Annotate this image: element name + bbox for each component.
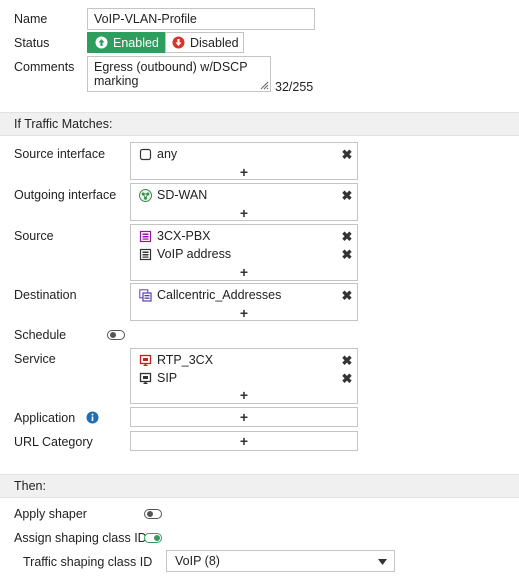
url-category-box[interactable]: + xyxy=(130,431,358,451)
then-header: Then: xyxy=(14,479,46,493)
service-icon xyxy=(139,354,152,366)
source-value-2: VoIP address xyxy=(157,247,232,261)
outgoing-interface-box[interactable]: SD-WAN ✖ + xyxy=(130,183,358,221)
service-entry-1: RTP_3CX xyxy=(139,353,349,369)
arrow-down-circle-icon xyxy=(172,36,185,49)
info-icon[interactable] xyxy=(86,411,99,424)
comments-label: Comments xyxy=(14,60,75,74)
source-entry-1: 3CX-PBX xyxy=(139,229,349,245)
comments-counter: 32/255 xyxy=(275,80,314,94)
status-disabled-button[interactable]: Disabled xyxy=(165,32,244,53)
service-entry-2: SIP xyxy=(139,371,349,387)
service-value-2: SIP xyxy=(157,371,178,385)
address-group-icon xyxy=(139,289,152,302)
outgoing-interface-entry: SD-WAN xyxy=(139,188,349,204)
source-interface-box[interactable]: any ✖ + xyxy=(130,142,358,180)
add-url-category-button[interactable]: + xyxy=(131,434,357,448)
status-label: Status xyxy=(14,36,50,50)
remove-service-2-icon[interactable]: ✖ xyxy=(341,372,353,385)
traffic-class-select[interactable]: VoIP (8) xyxy=(166,550,395,572)
source-interface-value: any xyxy=(157,147,178,161)
outgoing-interface-label: Outgoing interface xyxy=(14,188,117,202)
add-outgoing-interface-button[interactable]: + xyxy=(131,206,357,220)
destination-label: Destination xyxy=(14,288,77,302)
service-box[interactable]: RTP_3CX ✖ SIP ✖ + xyxy=(130,348,358,404)
schedule-label: Schedule xyxy=(14,328,67,342)
remove-source-interface-icon[interactable]: ✖ xyxy=(341,148,353,161)
source-value-1: 3CX-PBX xyxy=(157,229,211,243)
assign-class-toggle[interactable] xyxy=(144,533,162,543)
application-box[interactable]: + xyxy=(130,407,358,427)
destination-entry: Callcentric_Addresses xyxy=(139,288,349,304)
assign-class-label: Assign shaping class ID xyxy=(14,531,147,545)
if-traffic-header: If Traffic Matches: xyxy=(14,117,113,131)
source-box[interactable]: 3CX-PBX ✖ VoIP address ✖ + xyxy=(130,224,358,281)
schedule-toggle-knob xyxy=(109,332,116,338)
destination-box[interactable]: Callcentric_Addresses ✖ + xyxy=(130,283,358,321)
then-section-header: Then: xyxy=(0,474,519,498)
status-enabled-label: Enabled xyxy=(113,36,159,50)
add-application-button[interactable]: + xyxy=(131,410,357,424)
remove-source-2-icon[interactable]: ✖ xyxy=(341,248,353,261)
comments-textarea[interactable]: Egress (outbound) w/DSCP marking xyxy=(87,56,271,92)
address-icon xyxy=(139,230,152,243)
service-icon xyxy=(139,372,152,384)
arrow-up-circle-icon xyxy=(95,36,108,49)
service-value-1: RTP_3CX xyxy=(157,353,214,367)
sdwan-icon xyxy=(139,189,152,202)
source-label: Source xyxy=(14,229,54,243)
status-disabled-label: Disabled xyxy=(190,36,239,50)
source-entry-2: VoIP address xyxy=(139,247,349,263)
address-icon xyxy=(139,248,152,261)
traffic-class-value: VoIP (8) xyxy=(175,554,220,568)
remove-outgoing-interface-icon[interactable]: ✖ xyxy=(341,189,353,202)
add-source-button[interactable]: + xyxy=(131,265,357,279)
destination-value: Callcentric_Addresses xyxy=(157,288,282,302)
name-label: Name xyxy=(14,12,48,26)
add-source-interface-button[interactable]: + xyxy=(131,165,357,179)
source-interface-entry: any xyxy=(139,147,349,163)
apply-shaper-label: Apply shaper xyxy=(14,507,87,521)
interface-icon xyxy=(139,148,152,161)
outgoing-interface-value: SD-WAN xyxy=(157,188,208,202)
assign-class-toggle-knob xyxy=(153,535,160,541)
apply-shaper-toggle[interactable] xyxy=(144,509,162,519)
chevron-down-icon xyxy=(378,559,387,565)
url-category-label: URL Category xyxy=(14,435,93,449)
application-label: Application xyxy=(14,411,76,425)
add-service-button[interactable]: + xyxy=(131,388,357,402)
remove-source-1-icon[interactable]: ✖ xyxy=(341,230,353,243)
remove-destination-icon[interactable]: ✖ xyxy=(341,289,353,302)
traffic-class-label: Traffic shaping class ID xyxy=(23,555,153,569)
remove-service-1-icon[interactable]: ✖ xyxy=(341,354,353,367)
add-destination-button[interactable]: + xyxy=(131,306,357,320)
service-label: Service xyxy=(14,352,56,366)
apply-shaper-toggle-knob xyxy=(146,511,153,517)
schedule-toggle[interactable] xyxy=(107,330,125,340)
resize-grip-icon[interactable] xyxy=(260,81,269,90)
if-traffic-section-header: If Traffic Matches: xyxy=(0,112,519,136)
name-input[interactable]: VoIP-VLAN-Profile xyxy=(87,8,315,30)
comments-value: Egress (outbound) w/DSCP marking xyxy=(94,60,248,88)
source-interface-label: Source interface xyxy=(14,147,106,161)
status-enabled-button[interactable]: Enabled xyxy=(87,32,165,53)
name-value: VoIP-VLAN-Profile xyxy=(94,12,197,26)
